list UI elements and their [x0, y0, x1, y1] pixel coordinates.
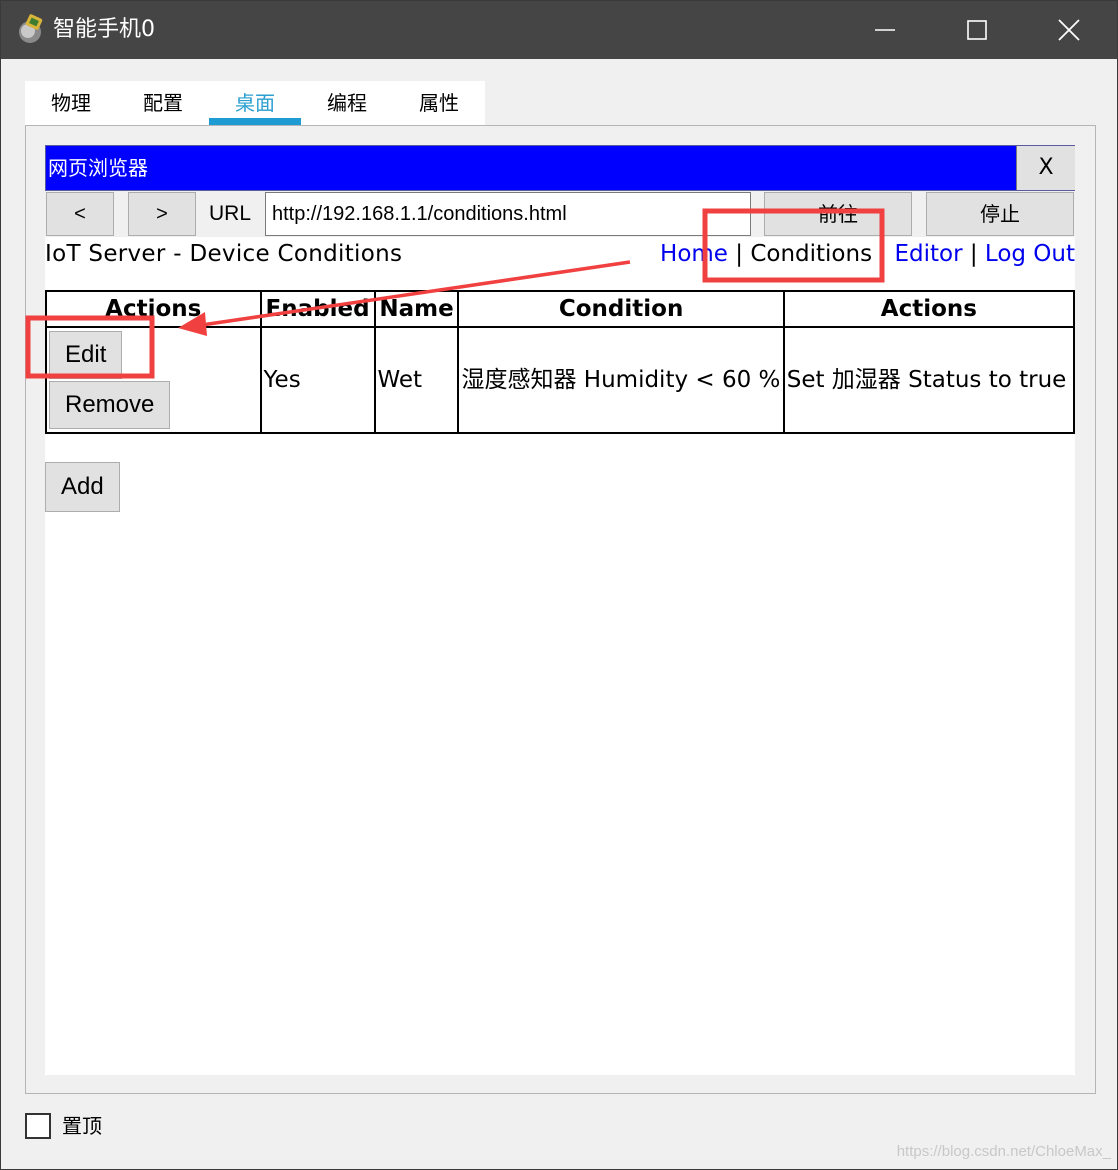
forward-button[interactable]: > — [128, 192, 196, 236]
conditions-table: Actions Enabled Name Condition Actions E… — [45, 290, 1076, 434]
header-enabled: Enabled — [259, 290, 376, 328]
phone-app-icon — [15, 14, 47, 46]
minimize-icon — [875, 29, 895, 31]
close-window-button[interactable] — [1023, 1, 1115, 59]
header-actions: Actions — [45, 290, 262, 328]
nav-link-conditions[interactable]: Conditions — [750, 241, 872, 267]
window-title: 智能手机0 — [53, 17, 155, 42]
close-icon — [1058, 19, 1080, 41]
web-browser-titlebar: 网页浏览器 X — [45, 145, 1075, 191]
tab-desktop[interactable]: 桌面 — [209, 81, 301, 126]
nav-link-home[interactable]: Home — [660, 241, 728, 267]
web-browser-title: 网页浏览器 — [48, 156, 148, 180]
minimize-button[interactable] — [839, 1, 931, 59]
row-actions-cell: Edit Remove — [45, 326, 262, 434]
action-cell: Set 加湿器 Status to true — [782, 326, 1076, 434]
stop-button[interactable]: 停止 — [926, 192, 1074, 236]
back-button[interactable]: < — [46, 192, 114, 236]
page-title: IoT Server - Device Conditions — [45, 241, 403, 267]
app-window: 智能手机0 物理 配置 桌面 编程 属性 网页浏览器 X < > URL htt… — [0, 0, 1118, 1170]
header-name: Name — [373, 290, 460, 328]
pin-on-top-label: 置顶 — [62, 1114, 102, 1138]
nav-separator: | — [872, 241, 895, 267]
watermark: https://blog.csdn.net/ChloeMax_ — [896, 1143, 1111, 1160]
header-condition: Condition — [457, 290, 785, 328]
enabled-cell: Yes — [259, 326, 376, 434]
edit-button[interactable]: Edit — [49, 331, 123, 379]
maximize-button[interactable] — [931, 1, 1023, 59]
title-bar[interactable]: 智能手机0 — [1, 1, 1117, 59]
nav-link-logout[interactable]: Log Out — [985, 241, 1075, 267]
url-input[interactable]: http://192.168.1.1/conditions.html — [265, 192, 751, 236]
nav-separator: | — [962, 241, 985, 267]
condition-cell: 湿度感知器 Humidity < 60 % — [457, 326, 785, 434]
remove-button[interactable]: Remove — [49, 381, 171, 429]
header-result-actions: Actions — [782, 290, 1076, 328]
tab-config[interactable]: 配置 — [117, 81, 209, 126]
add-button[interactable]: Add — [45, 462, 120, 512]
name-cell: Wet — [373, 326, 460, 434]
table-row: Edit Remove Yes Wet 湿度感知器 Humidity < 60 … — [45, 326, 1076, 434]
url-label: URL — [209, 202, 252, 225]
web-page-content: IoT Server - Device Conditions Home | Co… — [45, 237, 1076, 1075]
tab-physical[interactable]: 物理 — [25, 81, 117, 126]
maximize-icon — [967, 20, 987, 40]
nav-separator: | — [727, 241, 751, 267]
tab-strip: 物理 配置 桌面 编程 属性 — [25, 81, 485, 126]
pin-on-top-checkbox[interactable] — [25, 1113, 51, 1139]
tab-programming[interactable]: 编程 — [301, 81, 393, 126]
page-nav-links: Home | Conditions | Editor | Log Out — [660, 239, 1075, 269]
go-button[interactable]: 前往 — [764, 192, 912, 236]
browser-close-button[interactable]: X — [1016, 146, 1075, 190]
tab-attributes[interactable]: 属性 — [393, 81, 485, 126]
nav-link-editor[interactable]: Editor — [894, 241, 962, 267]
table-header-row: Actions Enabled Name Condition Actions — [45, 290, 1076, 328]
